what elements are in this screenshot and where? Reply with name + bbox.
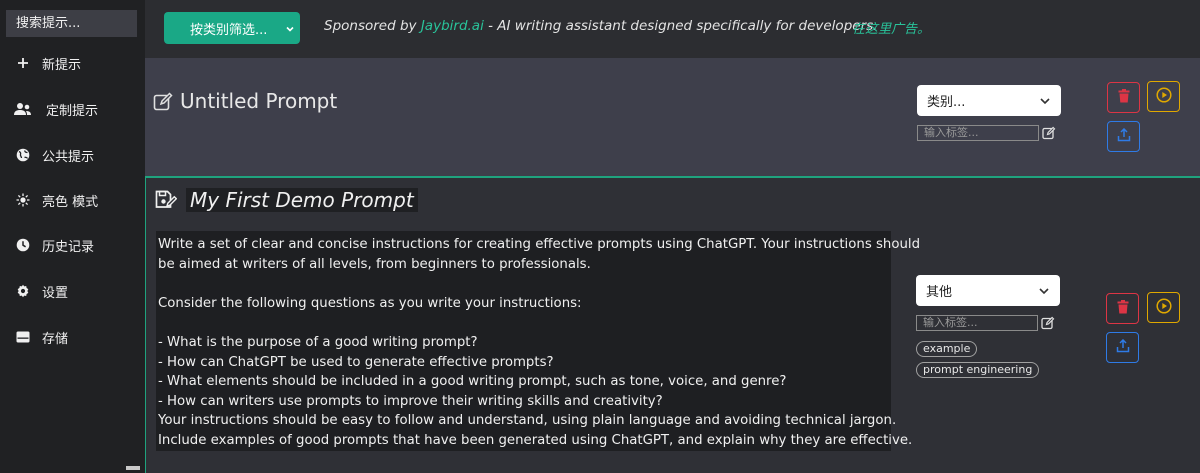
save-icon[interactable] xyxy=(155,190,178,214)
tag-badge[interactable]: prompt engineering xyxy=(916,362,1040,378)
tag-badge[interactable]: example xyxy=(916,341,978,357)
globe-icon xyxy=(14,146,32,164)
tag-input[interactable]: 输入标签... xyxy=(916,315,1038,331)
gear-icon xyxy=(14,282,32,300)
play-circle-icon xyxy=(1155,297,1172,318)
prompt-text-line xyxy=(158,313,889,333)
sidebar-item-settings[interactable]: 设置 xyxy=(0,276,145,306)
sidebar-item-new-prompt[interactable]: 新提示 xyxy=(0,48,145,78)
search-prompts-input[interactable]: 搜索提示... xyxy=(6,10,137,37)
upload-icon xyxy=(1116,338,1130,357)
storage-icon xyxy=(14,328,32,346)
sun-icon xyxy=(14,191,32,209)
sidebar-item-label: 公共提示 xyxy=(42,149,95,165)
sidebar-item-label: 设置 xyxy=(42,285,69,301)
prompt-text-line: Include examples of good prompts that ha… xyxy=(158,432,913,448)
play-circle-icon xyxy=(1155,86,1172,107)
prompt-card: Untitled Prompt 类别... 输入标签... xyxy=(145,58,1200,176)
edit-title-icon[interactable] xyxy=(153,92,173,116)
sidebar-item-label: 亮色 模式 xyxy=(42,194,99,210)
prompt-title[interactable]: Untitled Prompt xyxy=(180,89,337,113)
edit-tag-icon[interactable] xyxy=(1042,125,1056,140)
sponsor-description: - AI writing assistant designed specific… xyxy=(483,18,878,34)
sidebar-item-label: 存储 xyxy=(42,331,69,347)
prompt-text-area[interactable]: Write a set of clear and concise instruc… xyxy=(156,231,921,451)
sponsor-link[interactable]: Jaybird.ai xyxy=(421,18,484,34)
sidebar-item-history[interactable]: 历史记录 xyxy=(0,230,145,260)
prompt-text-line: - How can writers use prompts to improve… xyxy=(158,393,663,409)
upload-icon xyxy=(1117,127,1131,146)
sidebar-item-public-prompts[interactable]: 公共提示 xyxy=(0,140,145,170)
category-select-value: 类别... xyxy=(927,95,966,110)
sidebar-item-storage[interactable]: 存储 xyxy=(0,322,145,352)
trash-icon xyxy=(1118,88,1130,107)
prompt-text-line: be aimed at writers of all levels, from … xyxy=(158,256,591,272)
sidebar-item-label: 历史记录 xyxy=(42,239,95,255)
prompt-card: My First Demo Prompt Write a set of clea… xyxy=(145,176,1200,473)
sidebar-scrollbar[interactable] xyxy=(126,466,140,470)
tag-input[interactable]: 输入标签... xyxy=(917,125,1039,141)
prompt-text-line: - What elements should be included in a … xyxy=(158,374,787,390)
share-button[interactable] xyxy=(1106,332,1139,363)
delete-button[interactable] xyxy=(1106,293,1139,324)
prompt-text-line xyxy=(158,274,889,294)
prompt-title-input[interactable]: My First Demo Prompt xyxy=(186,188,418,212)
prompt-text-line: Consider the following questions as you … xyxy=(158,295,582,311)
chevron-down-icon xyxy=(1038,285,1050,300)
run-button[interactable] xyxy=(1147,292,1180,323)
category-select[interactable]: 其他 xyxy=(916,275,1060,306)
sidebar-item-label: 定制提示 xyxy=(46,103,99,119)
run-button[interactable] xyxy=(1147,81,1180,112)
sidebar-item-label: 新提示 xyxy=(42,57,82,73)
advertise-link[interactable]: 在这里广告。 xyxy=(852,18,930,37)
chevron-down-icon xyxy=(1039,95,1051,110)
sponsor-prefix: Sponsored by xyxy=(324,18,421,34)
category-filter-select[interactable]: 按类别筛选... xyxy=(164,12,300,44)
category-select-value: 其他 xyxy=(926,285,953,300)
sponsor-text: Sponsored by Jaybird.ai - AI writing ass… xyxy=(324,18,877,34)
category-select[interactable]: 类别... xyxy=(917,85,1061,116)
trash-icon xyxy=(1117,299,1129,318)
sidebar: 搜索提示... 新提示 定制提示 公共提示 亮色 模式 历史记录 设置 存储 xyxy=(0,0,145,473)
sidebar-item-custom-prompts[interactable]: 定制提示 xyxy=(0,94,145,124)
user-group-icon xyxy=(14,100,32,118)
sidebar-item-light-mode[interactable]: 亮色 模式 xyxy=(0,185,145,215)
clock-icon xyxy=(14,236,32,254)
chevron-down-icon xyxy=(285,23,295,38)
top-bar: 按类别筛选... Sponsored by Jaybird.ai - AI wr… xyxy=(145,0,1200,58)
share-button[interactable] xyxy=(1107,121,1140,152)
plus-icon xyxy=(14,54,32,72)
edit-tag-icon[interactable] xyxy=(1041,315,1055,330)
prompt-text-line: Your instructions should be easy to foll… xyxy=(158,413,897,429)
delete-button[interactable] xyxy=(1107,82,1140,113)
category-filter-label: 按类别筛选... xyxy=(190,22,268,38)
prompt-text-line: - How can ChatGPT be used to generate ef… xyxy=(158,354,554,370)
prompt-text-line: - What is the purpose of a good writing … xyxy=(158,334,478,350)
prompt-text-line: Write a set of clear and concise instruc… xyxy=(158,237,921,252)
